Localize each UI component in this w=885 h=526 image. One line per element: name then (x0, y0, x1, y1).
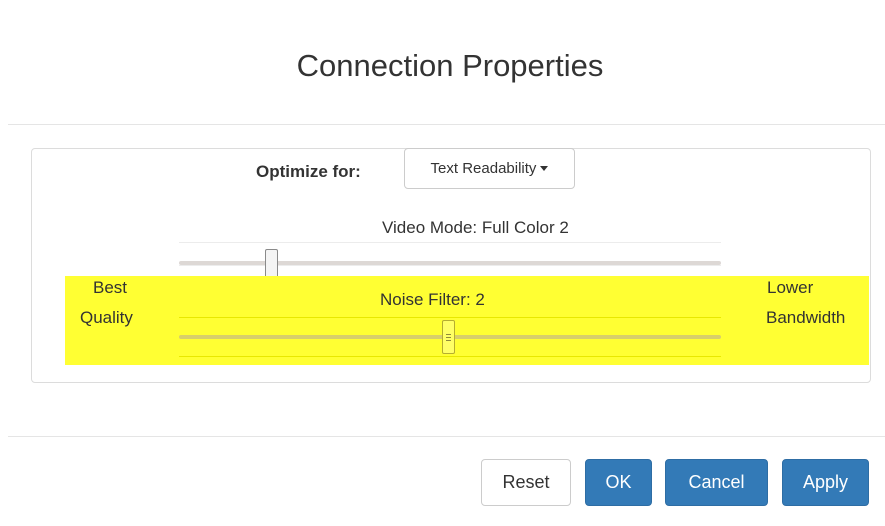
noise-filter-label: Noise Filter: 2 (380, 290, 485, 309)
cancel-button[interactable]: Cancel (665, 459, 768, 506)
header-divider (8, 124, 885, 125)
video-mode-label: Video Mode: Full Color 2 (382, 218, 569, 237)
best-quality-label-line2: Quality (80, 308, 133, 327)
video-mode-slider[interactable] (179, 242, 721, 266)
footer-divider (8, 436, 885, 437)
caret-down-icon (540, 166, 549, 171)
noise-filter-slider-handle[interactable] (442, 320, 455, 354)
optimize-for-value: Text Readability (430, 160, 537, 177)
dialog-title: Connection Properties (296, 48, 604, 83)
lower-bandwidth-label-line2: Bandwidth (766, 308, 846, 327)
video-mode-slider-handle[interactable] (265, 249, 278, 279)
ok-button[interactable]: OK (585, 459, 652, 506)
optimize-for-label: Optimize for: (256, 162, 361, 181)
best-quality-label-line1: Best (93, 278, 128, 297)
optimize-for-dropdown[interactable]: Text Readability (404, 148, 575, 189)
connection-properties-dialog: Connection Properties Optimize for: Text… (0, 0, 885, 526)
lower-bandwidth-label-line1: Lower (767, 278, 814, 297)
reset-button[interactable]: Reset (481, 459, 571, 506)
apply-button[interactable]: Apply (782, 459, 869, 506)
video-mode-track[interactable] (179, 261, 721, 265)
